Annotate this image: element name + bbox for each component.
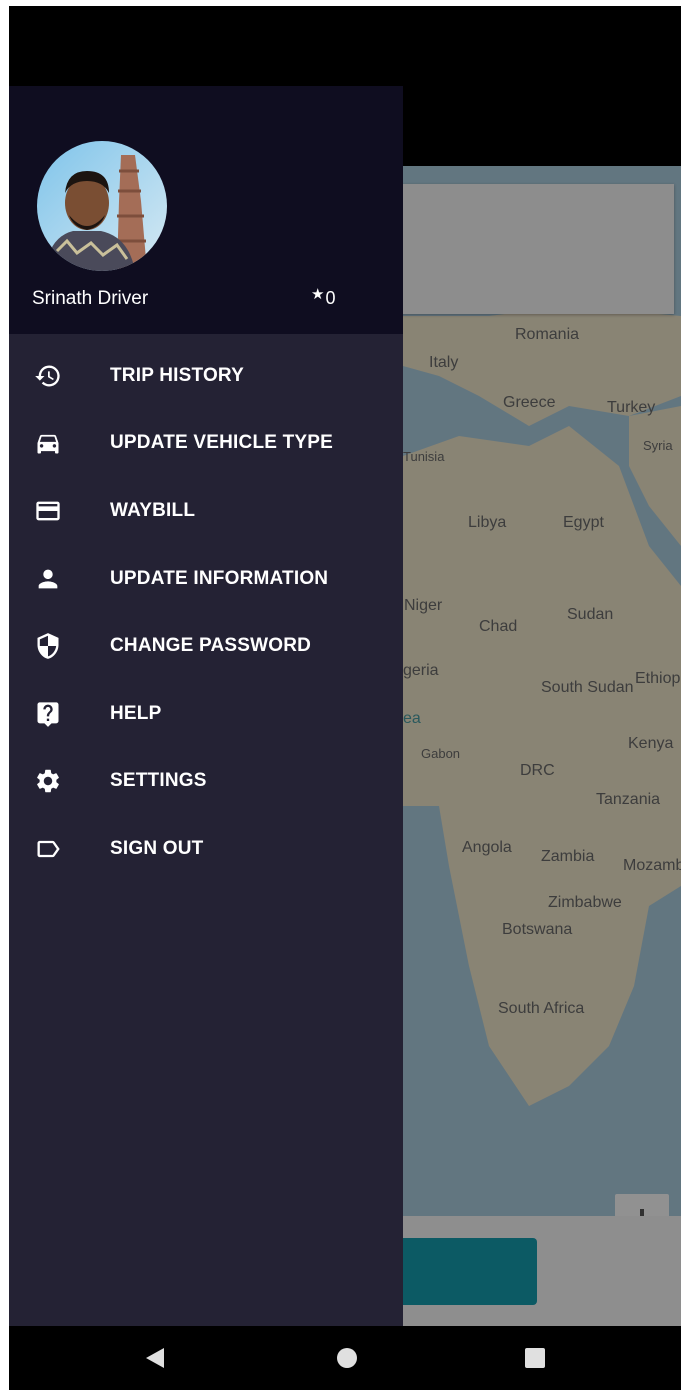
menu-item-label: TRIP HISTORY (110, 364, 245, 386)
menu-item-settings[interactable]: SETTINGS (9, 748, 403, 816)
menu-item-update-information[interactable]: UPDATE INFORMATION (9, 545, 403, 613)
menu-item-help[interactable]: HELP (9, 680, 403, 748)
label-outline-icon (34, 835, 62, 863)
menu-item-label: HELP (110, 702, 162, 724)
driver-rating: ★0 (311, 286, 336, 309)
home-icon[interactable] (307, 1326, 387, 1390)
star-icon: ★ (311, 286, 325, 303)
avatar[interactable] (37, 141, 167, 271)
system-nav-bar (9, 1326, 681, 1390)
rating-value: 0 (325, 288, 336, 308)
person-icon (34, 565, 62, 593)
navigation-drawer: Srinath Driver ★0 TRIP HISTORY UPDATE VE… (9, 86, 403, 1326)
phone-screen: Romania Italy Greece Turkey Syria Tunisi… (9, 6, 681, 1390)
menu-item-waybill[interactable]: WAYBILL (9, 477, 403, 545)
drawer-header: Srinath Driver ★0 (9, 86, 403, 334)
menu-item-change-password[interactable]: CHANGE PASSWORD (9, 612, 403, 680)
gear-icon (34, 767, 62, 795)
menu-item-sign-out[interactable]: SIGN OUT (9, 815, 403, 883)
driver-name: Srinath Driver (32, 288, 149, 309)
drawer-menu: TRIP HISTORY UPDATE VEHICLE TYPE WAYBILL… (9, 342, 403, 883)
menu-item-update-vehicle-type[interactable]: UPDATE VEHICLE TYPE (9, 410, 403, 478)
menu-item-label: SIGN OUT (110, 837, 204, 859)
back-icon[interactable] (115, 1326, 195, 1390)
menu-item-label: SETTINGS (110, 770, 207, 792)
menu-item-label: WAYBILL (110, 499, 196, 521)
menu-item-label: UPDATE INFORMATION (110, 567, 329, 589)
menu-item-label: CHANGE PASSWORD (110, 635, 312, 657)
credit-card-icon (34, 497, 62, 525)
menu-item-trip-history[interactable]: TRIP HISTORY (9, 342, 403, 410)
shield-icon (34, 632, 62, 660)
car-icon (34, 429, 62, 457)
menu-item-label: UPDATE VEHICLE TYPE (110, 432, 334, 454)
history-icon (34, 362, 62, 390)
recents-icon[interactable] (495, 1326, 575, 1390)
help-icon (34, 700, 62, 728)
